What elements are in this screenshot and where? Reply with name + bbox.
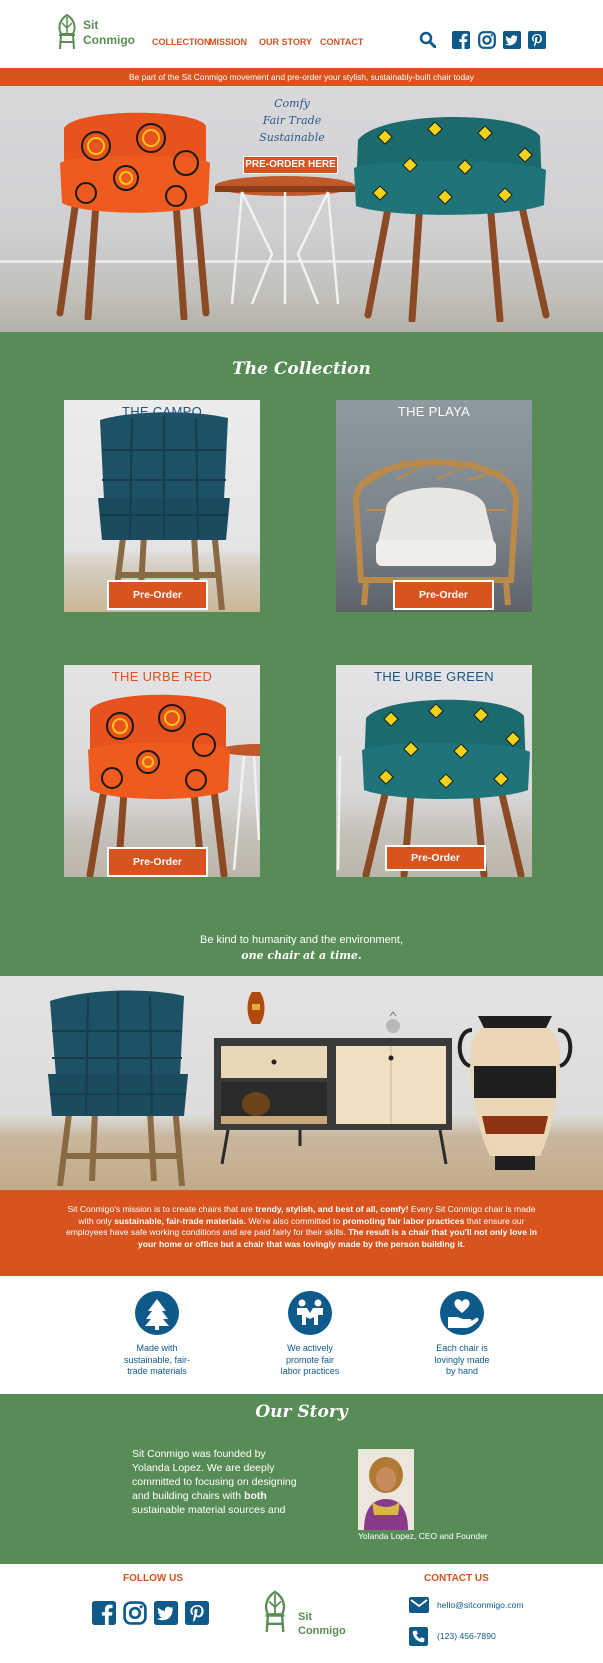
feature-handmade-line3: by hand (445, 1366, 479, 1376)
mission-bold-1: trendy, stylish, and best of all, comfy! (255, 1204, 409, 1214)
tagline-line2: one chair at a time. (241, 949, 362, 962)
feature-handmade-text: Each chair is lovingly made by hand (407, 1343, 517, 1378)
collection-title: The Collection (232, 359, 371, 379)
mission-statement: Sit Conmigo's mission is to create chair… (0, 1190, 603, 1276)
follow-us-heading: FOLLOW US (123, 1573, 183, 1584)
footer-instagram-icon[interactable] (123, 1601, 147, 1625)
our-story-section: Our Story Sit Conmigo was founded by Yol… (0, 1394, 603, 1564)
preorder-button-playa[interactable]: Pre-Order (393, 580, 494, 610)
feature-materials-line3: trade materials (127, 1366, 187, 1376)
contact-us-heading: CONTACT US (424, 1573, 489, 1584)
room-scene (48, 990, 573, 1187)
handshake-icon (288, 1291, 332, 1335)
feature-materials-text: Made with sustainable, fair- trade mater… (102, 1343, 212, 1378)
preorder-button-campo[interactable]: Pre-Order (107, 580, 208, 610)
tagline-line1: Be kind to humanity and the environment, (199, 934, 403, 946)
footer-logo-line2: Conmigo (298, 1625, 346, 1637)
footer-pinterest-icon[interactable] (185, 1601, 209, 1625)
hero-tagline: Comfy Fair Trade Sustainable (232, 95, 352, 146)
product-name-campo: THE CAMPO (122, 404, 202, 419)
product-name-urbe-green: THE URBE GREEN (374, 669, 494, 684)
tree-icon (135, 1291, 179, 1335)
side-table-image (215, 176, 355, 305)
founder-caption: Yolanda Lopez, CEO and Founder (358, 1531, 488, 1541)
tagline-sustainable: Sustainable (259, 131, 325, 144)
mission-text-1: Sit Conmigo's mission is to create chair… (67, 1204, 256, 1214)
search-icon[interactable] (419, 31, 436, 48)
greek-vase (457, 1016, 573, 1170)
mission-bold-2: sustainable, fair-trade materials. (114, 1215, 247, 1226)
footer-facebook-icon[interactable] (92, 1601, 116, 1625)
contact-phone[interactable]: (123) 456-7890 (437, 1631, 496, 1641)
feature-labor: We actively promote fair labor practices (255, 1291, 365, 1378)
founder-photo (358, 1449, 414, 1530)
feature-handmade-line2: lovingly made (434, 1354, 490, 1365)
feature-materials-line2: sustainable, fair- (123, 1354, 191, 1365)
email-icon[interactable] (409, 1597, 429, 1613)
mission-text-3: We're also committed to (246, 1215, 343, 1226)
logo-line2: Conmigo (83, 33, 135, 47)
instagram-icon[interactable] (478, 31, 496, 49)
nav-our-story[interactable]: OUR STORY (259, 37, 312, 47)
orange-chair-image (56, 112, 210, 320)
footer-logo-chair-icon[interactable] (262, 1586, 288, 1638)
story-text-a: Sit Conmigo was founded by Yolanda Lopez… (132, 1448, 297, 1502)
blue-chair (48, 990, 188, 1187)
room-image (0, 976, 603, 1190)
tagline-fair-trade: Fair Trade (262, 114, 322, 127)
story-text-c: sustainable material sources and (132, 1504, 286, 1516)
feature-labor-text: We actively promote fair labor practices (255, 1343, 365, 1378)
product-name-urbe-red: THE URBE RED (111, 669, 213, 684)
feature-materials: Made with sustainable, fair- trade mater… (102, 1291, 212, 1378)
story-text: Sit Conmigo was founded by Yolanda Lopez… (132, 1447, 302, 1517)
preorder-button-urbe-green[interactable]: Pre-Order (385, 845, 486, 871)
heart-hand-icon (440, 1291, 484, 1335)
sideboard (214, 992, 452, 1165)
feature-handmade-line1: Each chair is (436, 1343, 488, 1353)
mission-bold-3: promoting fair labor practices (342, 1215, 465, 1226)
green-chair-image (354, 116, 550, 322)
features-section: Made with sustainable, fair- trade mater… (0, 1276, 603, 1394)
nav-collection[interactable]: COLLECTION (152, 37, 211, 47)
hero: Comfy Fair Trade Sustainable PRE-ORDER H… (0, 86, 603, 332)
facebook-icon[interactable] (452, 31, 470, 49)
nav-contact[interactable]: CONTACT (320, 37, 363, 47)
footer-logo-text[interactable]: Sit Conmigo (298, 1610, 346, 1638)
feature-labor-line2: promote fair (285, 1354, 335, 1365)
preorder-button-urbe-red[interactable]: Pre-Order (107, 847, 208, 877)
hero-preorder-button[interactable]: PRE-ORDER HERE (243, 156, 338, 174)
feature-materials-line1: Made with (136, 1343, 178, 1353)
footer-twitter-icon[interactable] (154, 1601, 178, 1625)
feature-labor-line1: We actively (287, 1343, 333, 1353)
site-header: Sit Conmigo COLLECTION MISSION OUR STORY… (0, 0, 603, 68)
product-name-playa: THE PLAYA (397, 404, 471, 419)
collection-section: The Collection THE CAMPO Pre-Order THE P… (0, 332, 603, 976)
nav-mission[interactable]: MISSION (209, 37, 247, 47)
site-footer: FOLLOW US Sit Conmigo CONTACT US hello@s… (0, 1564, 603, 1663)
feature-labor-line3: labor practices (280, 1366, 340, 1376)
story-text-bold: both (244, 1490, 267, 1502)
product-card-urbe-red[interactable]: THE URBE RED (64, 665, 260, 877)
pinterest-icon[interactable] (528, 31, 546, 49)
twitter-icon[interactable] (503, 31, 521, 49)
promo-banner: Be part of the Sit Conmigo movement and … (0, 68, 603, 86)
story-title: Our Story (255, 1402, 348, 1422)
logo-text[interactable]: Sit Conmigo (83, 18, 135, 48)
logo-line1: Sit (83, 18, 99, 32)
collection-tagline: Be kind to humanity and the environment,… (0, 932, 603, 964)
footer-logo-line1: Sit (298, 1611, 313, 1623)
phone-icon[interactable] (409, 1627, 428, 1646)
feature-handmade: Each chair is lovingly made by hand (407, 1291, 517, 1378)
logo-chair-icon[interactable] (56, 14, 78, 50)
contact-email[interactable]: hello@sitconmigo.com (437, 1600, 524, 1610)
tagline-comfy: Comfy (274, 97, 310, 110)
